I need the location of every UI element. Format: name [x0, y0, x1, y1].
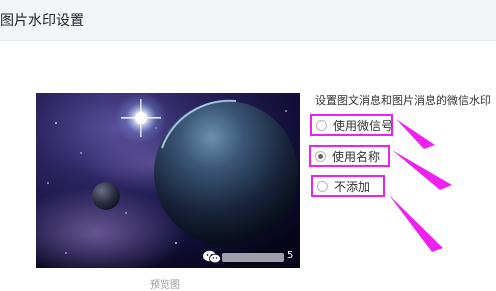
option-label: 使用名称: [332, 149, 381, 164]
wechat-logo-icon: [203, 250, 221, 264]
option-no-watermark[interactable]: 不添加: [311, 175, 385, 197]
blurred-account-name: [222, 253, 284, 262]
annotation-arrow-icon: [392, 150, 452, 190]
space-planet-illustration: [36, 93, 300, 268]
option-label: 使用微信号: [333, 118, 394, 133]
settings-header: 图片水印设置: [0, 0, 496, 41]
watermark-preview-image: [36, 93, 300, 268]
radio-use-wechat-id[interactable]: [316, 119, 327, 131]
option-label: 不添加: [334, 179, 371, 194]
watermark-setting-prompt: 设置图文消息和图片消息的微信水印: [315, 94, 491, 107]
page-title: 图片水印设置: [0, 13, 84, 29]
radio-use-name[interactable]: [315, 150, 326, 162]
option-use-name[interactable]: 使用名称: [309, 145, 390, 167]
radio-no-watermark[interactable]: [317, 180, 328, 192]
watermark-suffix: 5: [287, 250, 294, 261]
annotation-arrow-icon: [389, 195, 443, 252]
option-use-wechat-id[interactable]: 使用微信号: [310, 114, 393, 136]
annotation-arrow-icon: [396, 119, 435, 149]
